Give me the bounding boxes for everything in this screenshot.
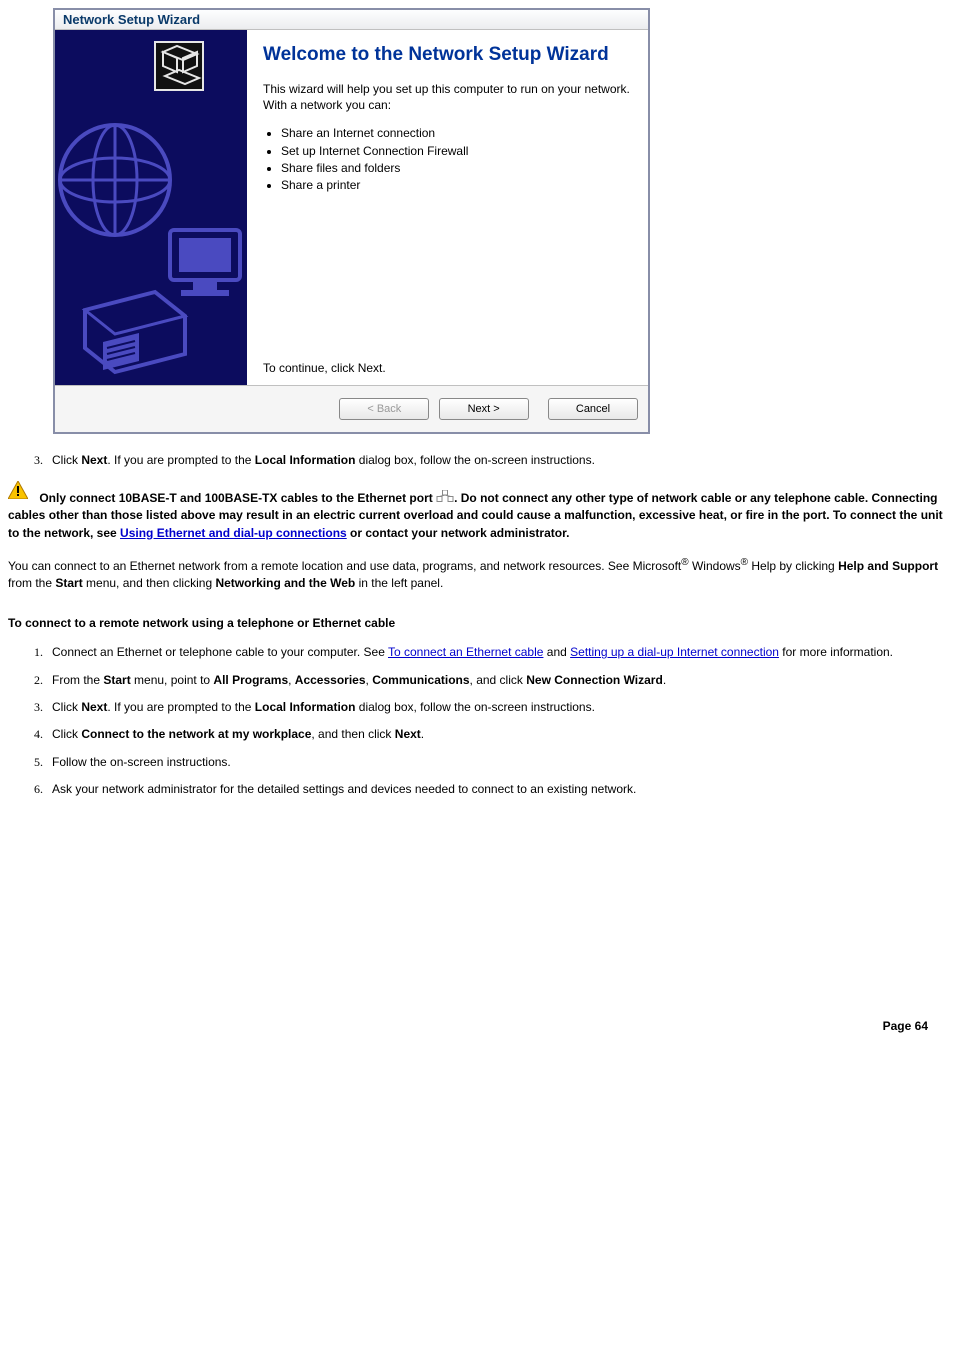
caution-block: Only connect 10BASE-T and 100BASE-TX cab… xyxy=(8,481,946,542)
wizard-title: Network Setup Wizard xyxy=(63,12,200,27)
bold-text: New Connection Wizard xyxy=(526,673,663,687)
text: Ask your network administrator for the d… xyxy=(52,782,636,796)
text: for more information. xyxy=(779,645,893,659)
list-item: From the Start menu, point to All Progra… xyxy=(46,672,946,689)
wizard-titlebar: Network Setup Wizard xyxy=(55,10,648,30)
list-item: Follow the on-screen instructions. xyxy=(46,754,946,771)
text: , xyxy=(288,673,295,687)
wizard-left-panel xyxy=(55,30,247,385)
wizard-bullet: Share files and folders xyxy=(281,160,632,177)
registered-mark: ® xyxy=(741,557,748,568)
bold-text: Communications xyxy=(372,673,469,687)
bold-text: Start xyxy=(55,576,82,590)
text: or contact your network administrator. xyxy=(347,526,570,540)
text: . If you are prompted to the xyxy=(107,453,254,467)
text: menu, and then clicking xyxy=(83,576,216,590)
list-item: Click Next. If you are prompted to the L… xyxy=(46,452,946,469)
wizard-graphic xyxy=(55,30,247,385)
ethernet-port-icon xyxy=(436,490,454,507)
text: Windows xyxy=(689,559,741,573)
wizard-body: Welcome to the Network Setup Wizard This… xyxy=(55,30,648,385)
wizard-bullet: Set up Internet Connection Firewall xyxy=(281,143,632,160)
wizard-heading: Welcome to the Network Setup Wizard xyxy=(263,44,632,67)
bold-text: Accessories xyxy=(295,673,366,687)
bold-text: Next xyxy=(395,727,421,741)
wizard-button-bar: < Back Next > Cancel xyxy=(55,385,648,432)
list-item: Click Next. If you are prompted to the L… xyxy=(46,699,946,716)
registered-mark: ® xyxy=(681,557,688,568)
link-dialup-setup[interactable]: Setting up a dial-up Internet connection xyxy=(570,645,779,659)
wizard-feature-list: Share an Internet connection Set up Inte… xyxy=(263,125,632,195)
section-subheading: To connect to a remote network using a t… xyxy=(8,615,946,632)
warning-icon xyxy=(8,481,28,504)
text: Only connect 10BASE-T and 100BASE-TX cab… xyxy=(39,491,436,505)
back-button[interactable]: < Back xyxy=(339,398,429,420)
text: dialog box, follow the on-screen instruc… xyxy=(355,700,594,714)
text: , and then click xyxy=(311,727,394,741)
next-button[interactable]: Next > xyxy=(439,398,529,420)
bold-text: Next xyxy=(81,700,107,714)
text: Follow the on-screen instructions. xyxy=(52,755,231,769)
document-body: Click Next. If you are prompted to the L… xyxy=(8,452,946,799)
bold-text: Next xyxy=(81,453,107,467)
wizard-continue-text: To continue, click Next. xyxy=(263,361,632,375)
bold-text: Start xyxy=(103,673,130,687)
text: from the xyxy=(8,576,55,590)
text: Connect an Ethernet or telephone cable t… xyxy=(52,645,388,659)
instruction-list-b: Connect an Ethernet or telephone cable t… xyxy=(8,644,946,798)
wizard-bullet: Share a printer xyxy=(281,177,632,194)
paragraph: You can connect to an Ethernet network f… xyxy=(8,556,946,593)
bold-text: Help and Support xyxy=(838,559,938,573)
text: . xyxy=(663,673,666,687)
text: menu, point to xyxy=(131,673,214,687)
text: . If you are prompted to the xyxy=(107,700,254,714)
bold-text: Connect to the network at my workplace xyxy=(81,727,311,741)
caution-text: Only connect 10BASE-T and 100BASE-TX cab… xyxy=(8,491,943,540)
cancel-button[interactable]: Cancel xyxy=(548,398,638,420)
text: Click xyxy=(52,727,81,741)
network-setup-wizard-dialog: Network Setup Wizard xyxy=(53,8,650,434)
text: Help by clicking xyxy=(748,559,838,573)
bold-text: Local Information xyxy=(255,700,356,714)
list-item: Ask your network administrator for the d… xyxy=(46,781,946,798)
text: Click xyxy=(52,700,81,714)
text: in the left panel. xyxy=(355,576,443,590)
text: From the xyxy=(52,673,103,687)
wizard-right-panel: Welcome to the Network Setup Wizard This… xyxy=(247,30,648,385)
wizard-intro-text: This wizard will help you set up this co… xyxy=(263,81,632,113)
instruction-list-a: Click Next. If you are prompted to the L… xyxy=(8,452,946,469)
bold-text: Local Information xyxy=(255,453,356,467)
text: and xyxy=(543,645,570,659)
page-footer: Page 64 xyxy=(8,1019,946,1033)
list-item: Click Connect to the network at my workp… xyxy=(46,726,946,743)
link-connect-ethernet[interactable]: To connect an Ethernet cable xyxy=(388,645,543,659)
text: , and click xyxy=(470,673,527,687)
link-ethernet-dialup[interactable]: Using Ethernet and dial-up connections xyxy=(120,526,347,540)
text: Click xyxy=(52,453,81,467)
text: dialog box, follow the on-screen instruc… xyxy=(355,453,594,467)
list-item: Connect an Ethernet or telephone cable t… xyxy=(46,644,946,661)
wizard-bullet: Share an Internet connection xyxy=(281,125,632,142)
bold-text: Networking and the Web xyxy=(215,576,355,590)
bold-text: All Programs xyxy=(213,673,288,687)
text: You can connect to an Ethernet network f… xyxy=(8,559,681,573)
text: . xyxy=(421,727,424,741)
